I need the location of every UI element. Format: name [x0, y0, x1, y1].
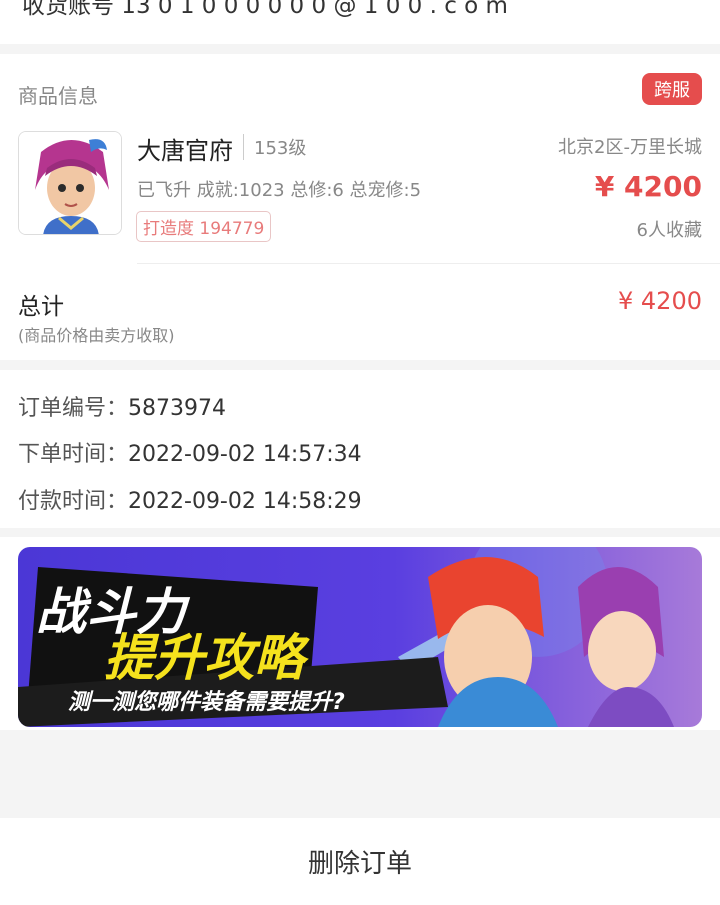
- total-note: (商品价格由卖方收取): [18, 326, 175, 345]
- order-created-label: 下单时间：: [18, 442, 129, 467]
- role-name: 大唐官府: [137, 137, 233, 165]
- character-portrait-icon: [19, 132, 121, 234]
- character-avatar[interactable]: [18, 131, 122, 235]
- order-paid-label: 付款时间：: [18, 489, 129, 514]
- banner-subtitle: 测一测您哪件装备需要提升?: [68, 689, 345, 715]
- promo-banner-art: 战斗力 提升攻略 测一测您哪件装备需要提升?: [18, 547, 702, 727]
- order-number-value: 5873974: [128, 396, 226, 421]
- order-created-value: 2022-09-02 14:57:34: [128, 442, 362, 467]
- order-paid-row: 付款时间：2022-09-02 14:58:29: [18, 483, 362, 515]
- order-info-card: 订单编号：5873974 下单时间：2022-09-02 14:57:34 付款…: [0, 370, 720, 528]
- server-name: 北京2区-万里长城: [558, 137, 702, 158]
- banner-title-line2: 提升攻略: [104, 629, 310, 687]
- order-number-label: 订单编号：: [18, 396, 129, 421]
- product-price: ¥ 4200: [594, 170, 702, 203]
- order-number-row: 订单编号：5873974: [18, 390, 226, 422]
- product-info-card: 商品信息 跨服 大唐官府 153级 北京2区-万里长城 已飞升 成就:1023 …: [0, 54, 720, 360]
- delete-order-button[interactable]: 删除订单: [0, 818, 720, 905]
- section-title-product: 商品信息: [18, 84, 98, 108]
- role-level: 153级: [243, 134, 306, 160]
- role-attributes: 已飞升 成就:1023 总修:6 总宠修:5: [137, 180, 422, 201]
- cross-server-badge: 跨服: [642, 73, 702, 105]
- divider: [137, 263, 720, 264]
- banner-card: 战斗力 提升攻略 测一测您哪件装备需要提升?: [0, 537, 720, 730]
- build-score-tag: 打造度 194779: [136, 211, 272, 242]
- order-created-row: 下单时间：2022-09-02 14:57:34: [18, 436, 362, 468]
- bottom-action-bar: 删除订单: [0, 818, 720, 905]
- total-label: 总计: [18, 294, 64, 320]
- receiver-account-text: 收货账号 13 0 1 0 0 0 0 0 0 @ 1 0 0 . c o m: [22, 0, 508, 19]
- total-price: ¥ 4200: [618, 287, 702, 315]
- favorites-count: 6人收藏: [636, 220, 702, 241]
- top-partial-section: 收货账号 13 0 1 0 0 0 0 0 0 @ 1 0 0 . c o m: [0, 0, 720, 44]
- order-paid-value: 2022-09-02 14:58:29: [128, 489, 362, 514]
- promo-banner[interactable]: 战斗力 提升攻略 测一测您哪件装备需要提升?: [18, 547, 702, 727]
